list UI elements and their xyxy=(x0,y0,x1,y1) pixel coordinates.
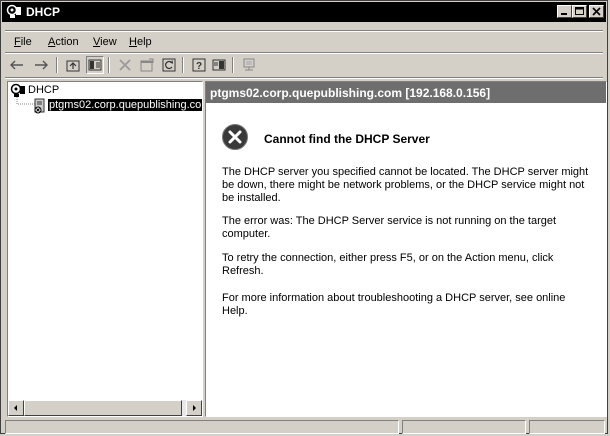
help-button[interactable]: ? xyxy=(190,56,208,74)
status-bar xyxy=(5,420,605,435)
menu-bar: File Action View Help xyxy=(2,34,606,52)
scroll-thumb[interactable] xyxy=(24,400,182,416)
help-icon: ? xyxy=(192,58,206,72)
title-bar[interactable]: DHCP xyxy=(2,2,606,22)
console-tree-button[interactable] xyxy=(210,56,228,74)
error-title: Cannot find the DHCP Server xyxy=(264,132,430,146)
back-arrow-icon xyxy=(10,60,23,70)
triangle-left-icon xyxy=(14,405,17,411)
maximize-icon xyxy=(575,7,584,15)
error-icon xyxy=(222,124,248,150)
toolbar-bottom-separator xyxy=(5,77,603,79)
server-icon xyxy=(243,58,255,71)
server-button[interactable] xyxy=(240,56,258,74)
menu-file[interactable]: File xyxy=(14,36,32,48)
show-hide-tree-icon xyxy=(88,59,102,71)
scroll-left-button[interactable] xyxy=(8,400,24,416)
up-one-level-button[interactable] xyxy=(64,56,82,74)
dhcp-app-icon xyxy=(6,4,22,22)
toolbar-separator xyxy=(232,57,234,73)
menu-top-separator xyxy=(5,30,603,32)
minimize-button[interactable] xyxy=(557,5,572,18)
minimize-icon xyxy=(561,13,567,15)
status-panel-main xyxy=(5,420,399,434)
details-pane: ptgms02.corp.quepublishing.com [192.168.… xyxy=(205,81,607,417)
toolbar-separator xyxy=(182,57,184,73)
refresh-icon xyxy=(162,58,176,72)
toolbar-separator xyxy=(56,57,58,73)
toolbar: ? xyxy=(2,54,606,76)
delete-icon xyxy=(119,59,131,71)
triangle-right-icon xyxy=(193,405,196,411)
refresh-button[interactable] xyxy=(160,56,178,74)
dhcp-root-icon xyxy=(10,83,25,97)
console-tree-icon xyxy=(212,59,226,71)
delete-button[interactable] xyxy=(116,56,134,74)
menu-action[interactable]: Action xyxy=(48,36,79,48)
back-button[interactable] xyxy=(8,56,26,74)
menu-view[interactable]: View xyxy=(93,36,117,48)
menu-help[interactable]: Help xyxy=(129,36,152,48)
maximize-button[interactable] xyxy=(572,5,587,18)
close-button[interactable] xyxy=(589,5,604,18)
close-icon xyxy=(592,7,601,16)
up-folder-icon xyxy=(66,60,80,71)
svg-text:?: ? xyxy=(196,61,202,72)
error-description: The DHCP server you specified cannot be … xyxy=(222,166,589,204)
console-tree-pane[interactable]: DHCP ptgms02.corp.quepublishing.com xyxy=(7,81,203,417)
forward-button[interactable] xyxy=(32,56,50,74)
status-panel-3 xyxy=(529,420,605,434)
server-error-icon xyxy=(34,98,45,114)
scroll-right-button[interactable] xyxy=(186,400,202,416)
properties-icon xyxy=(140,58,154,72)
retry-instructions: To retry the connection, either press F5… xyxy=(222,252,554,277)
error-detail: The error was: The DHCP Server service i… xyxy=(222,215,557,240)
properties-button[interactable] xyxy=(138,56,156,74)
help-hint: For more information about troubleshooti… xyxy=(222,292,566,317)
show-hide-console-tree-button[interactable] xyxy=(86,56,104,74)
window-title: DHCP xyxy=(26,5,61,19)
dhcp-window: DHCP File Action View Help ? DHCP ptgms0… xyxy=(0,0,608,434)
tree-horizontal-scrollbar[interactable] xyxy=(8,400,202,416)
tree-item-dhcp-root[interactable]: DHCP xyxy=(28,84,59,96)
status-panel-2 xyxy=(402,420,526,434)
forward-arrow-icon xyxy=(35,60,48,70)
toolbar-separator xyxy=(108,57,110,73)
details-header: ptgms02.corp.quepublishing.com [192.168.… xyxy=(206,82,606,103)
tree-item-server[interactable]: ptgms02.corp.quepublishing.com xyxy=(48,99,202,111)
